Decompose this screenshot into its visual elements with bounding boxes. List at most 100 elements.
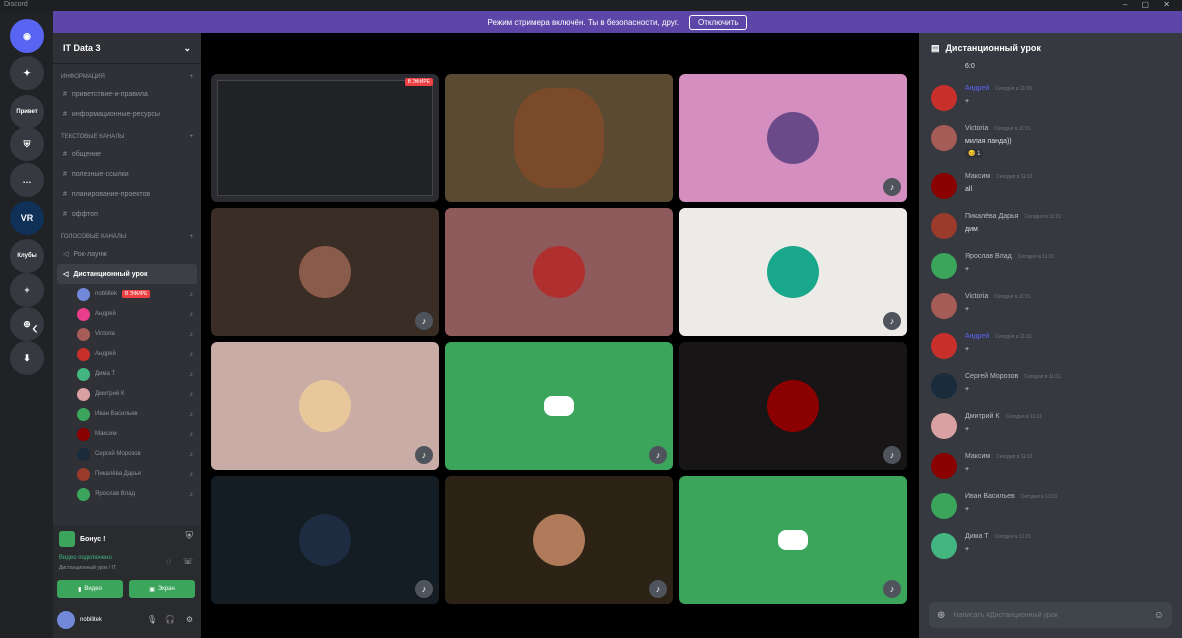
chat-message[interactable]: Андрей Сегодня в 11:01 + [919, 327, 1182, 367]
message-author[interactable]: Сергей Морозов [965, 373, 1018, 380]
voice-user[interactable]: Дмитрий К ♪ [53, 384, 201, 404]
avatar[interactable] [931, 333, 957, 359]
text-channel[interactable]: # оффтоп [53, 204, 201, 224]
text-channel[interactable]: # полезные-ссылки [53, 164, 201, 184]
text-channel[interactable]: # планирование-проектов [53, 184, 201, 204]
plus-icon[interactable]: + [189, 134, 193, 140]
voice-user[interactable]: Андрей ♪ [53, 304, 201, 324]
chat-message[interactable]: Андрей Сегодня в 11:00 + [919, 79, 1182, 119]
chat-message[interactable]: Сергей Морозов Сегодня в 11:01 + [919, 367, 1182, 407]
text-channel[interactable]: # общение [53, 144, 201, 164]
chat-message[interactable]: Ярослав Влад Сегодня в 11:01 + [919, 247, 1182, 287]
server-icon[interactable]: VR [10, 201, 44, 235]
plus-icon[interactable]: + [189, 74, 193, 80]
microphone-icon[interactable]: 🎙 [147, 615, 157, 624]
message-author[interactable]: Пикалёва Дарья [965, 213, 1018, 220]
video-tile[interactable]: ♪ [445, 342, 673, 470]
disable-streamer-mode-button[interactable]: Отключить [689, 14, 748, 30]
gear-icon[interactable]: ⚙ [186, 615, 193, 624]
shield-icon[interactable]: ⛨ [186, 531, 194, 542]
guild-header[interactable]: IT Data 3 ⌄ [53, 33, 201, 64]
video-tile[interactable]: ♪ [679, 476, 907, 604]
video-tile[interactable]: ♪ [679, 74, 907, 202]
server-icon[interactable]: Клубы [10, 239, 44, 273]
server-icon[interactable]: ✦ [10, 56, 44, 90]
avatar[interactable] [931, 253, 957, 279]
disconnect-icon[interactable]: ☏ [183, 557, 193, 566]
message-author[interactable]: Максим [965, 173, 990, 180]
server-icon[interactable]: ⊕ [10, 307, 44, 341]
chat-message[interactable]: Victoria Сегодня в 11:01 + [919, 287, 1182, 327]
video-tile[interactable]: ♪ [211, 476, 439, 604]
voice-user[interactable]: Андрей ♪ [53, 344, 201, 364]
server-icon[interactable]: ⛨ [10, 127, 44, 161]
video-tile[interactable] [445, 74, 673, 202]
video-tile[interactable]: ♪ [211, 208, 439, 336]
avatar[interactable] [931, 85, 957, 111]
chat-message[interactable]: Иван Васильев Сегодня в 11:01 + [919, 487, 1182, 527]
avatar[interactable] [931, 413, 957, 439]
video-tile[interactable]: ♪ [679, 208, 907, 336]
headphones-icon[interactable]: 🎧 [165, 615, 175, 624]
voice-user[interactable]: Пикалёва Дарья ♪ [53, 464, 201, 484]
server-icon[interactable]: … [10, 163, 44, 197]
server-icon[interactable]: ⬇ [10, 341, 44, 375]
voice-user[interactable]: Сергей Морозов ♪ [53, 444, 201, 464]
video-tile[interactable]: ♪ [445, 476, 673, 604]
screen-share-button[interactable]: ▣ Экран [129, 580, 195, 598]
reaction-badge[interactable]: 😊 1 [965, 149, 984, 158]
chat-message[interactable]: Пикалёва Дарья Сегодня в 11:01 дим [919, 207, 1182, 247]
message-author[interactable]: Андрей [965, 333, 989, 340]
video-tile[interactable]: В ЭФИРЕ [211, 74, 439, 202]
message-author[interactable]: Victoria [965, 293, 988, 300]
voice-user[interactable]: Дима Т ♪ [53, 364, 201, 384]
avatar[interactable] [931, 453, 957, 479]
video-tile[interactable]: ♪ [679, 342, 907, 470]
message-author[interactable]: Victoria [965, 125, 988, 132]
server-icon[interactable]: Привет [10, 95, 44, 129]
noise-icon[interactable]: ◌ [166, 557, 171, 566]
chat-message[interactable]: Максим Сегодня в 11:01 all [919, 167, 1182, 207]
avatar[interactable] [931, 533, 957, 559]
emoji-icon[interactable]: ☺ [1154, 610, 1164, 621]
voice-user[interactable]: Ярослав Влад ♪ [53, 484, 201, 504]
channel-category[interactable]: информация + [53, 70, 201, 84]
plus-icon[interactable]: + [189, 234, 193, 240]
channel-category[interactable]: голосовые каналы + [53, 230, 201, 244]
voice-channel[interactable]: ◁ Дистанционный урок [57, 264, 197, 284]
voice-channel[interactable]: ◁ Рок-лаунж [53, 244, 201, 264]
add-attachment-icon[interactable]: ⊕ [937, 610, 945, 621]
window-controls[interactable]: – ▢ ✕ [1123, 0, 1176, 9]
message-author[interactable]: Андрей [965, 85, 989, 92]
message-author[interactable]: Дмитрий К [965, 413, 999, 420]
avatar[interactable] [57, 611, 75, 629]
video-tile[interactable] [445, 208, 673, 336]
avatar[interactable] [931, 213, 957, 239]
message-author[interactable]: Дима Т [965, 533, 989, 540]
voice-user[interactable]: Иван Васильев ♪ [53, 404, 201, 424]
avatar[interactable] [931, 173, 957, 199]
chat-message[interactable]: Максим Сегодня в 11:01 + [919, 447, 1182, 487]
avatar[interactable] [931, 493, 957, 519]
avatar[interactable] [931, 373, 957, 399]
chat-message[interactable]: Дима Т Сегодня в 11:01 + [919, 527, 1182, 567]
avatar[interactable] [931, 125, 957, 151]
text-channel[interactable]: # информационные-ресурсы [53, 104, 201, 124]
avatar[interactable] [931, 293, 957, 319]
chat-input[interactable]: ⊕ Написать #Дистанционный урок ☺ [929, 602, 1172, 628]
server-icon[interactable]: ◉ [10, 19, 44, 53]
voice-user[interactable]: Максим ♪ [53, 424, 201, 444]
voice-user[interactable]: Victoria ♪ [53, 324, 201, 344]
video-button[interactable]: ▮ Видео [57, 580, 123, 598]
server-icon[interactable]: + [10, 273, 44, 307]
message-author[interactable]: Иван Васильев [965, 493, 1015, 500]
chevron-left-icon[interactable]: ‹ [32, 318, 38, 339]
message-author[interactable]: Ярослав Влад [965, 253, 1012, 260]
chat-message[interactable]: Дмитрий К Сегодня в 11:01 + [919, 407, 1182, 447]
message-author[interactable]: Максим [965, 453, 990, 460]
text-channel[interactable]: # приветствие-и-правила [53, 84, 201, 104]
video-tile[interactable]: ♪ [211, 342, 439, 470]
chat-message[interactable]: Victoria Сегодня в 11:01 милая панда)) 😊 1 [919, 119, 1182, 167]
channel-category[interactable]: текстовые каналы + [53, 130, 201, 144]
voice-user[interactable]: nobilitek В ЭФИРЕ ♪ [53, 284, 201, 304]
